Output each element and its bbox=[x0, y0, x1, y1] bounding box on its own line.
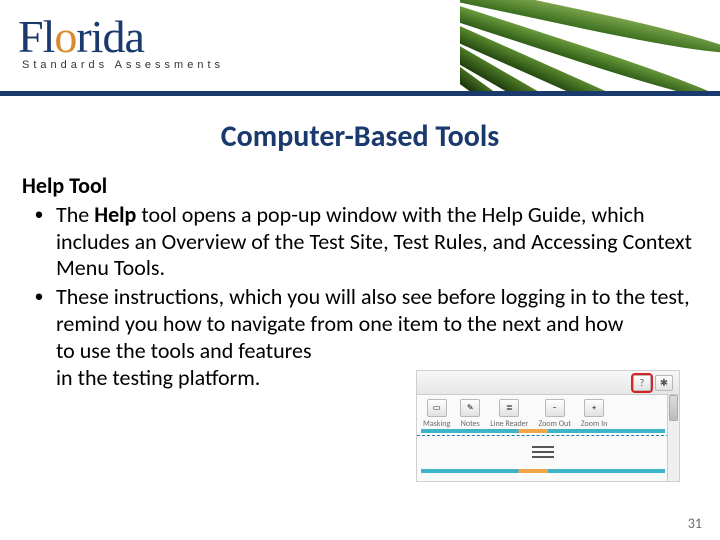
zoom-in-icon: + bbox=[584, 399, 604, 417]
logo-subtitle: Standards Assessments bbox=[22, 59, 224, 71]
tool-zoom-in[interactable]: + Zoom In bbox=[581, 399, 608, 429]
gear-icon[interactable]: ✱ bbox=[655, 375, 673, 391]
page-number: 31 bbox=[688, 515, 702, 532]
masking-icon: ▭ bbox=[427, 399, 447, 417]
logo: Florida Standards Assessments bbox=[18, 10, 224, 71]
tool-zoom-out[interactable]: − Zoom Out bbox=[538, 399, 570, 429]
tool-notes[interactable]: ✎ Notes bbox=[460, 399, 480, 429]
slide-title: Computer-Based Tools bbox=[0, 118, 720, 155]
inset-divider-stripe bbox=[421, 469, 665, 473]
toolbar-screenshot: ? ✱ ▭ Masking ✎ Notes ≣ Line Reader − Zo… bbox=[416, 370, 680, 482]
slide-header: Florida Standards Assessments bbox=[0, 0, 720, 96]
bullet-text: The Help tool opens a pop-up window with… bbox=[56, 202, 698, 282]
inset-divider-stripe bbox=[421, 429, 665, 433]
slide-body: Help Tool • The Help tool opens a pop-up… bbox=[0, 173, 720, 392]
logo-wordmark: Florida bbox=[18, 10, 224, 63]
line-reader-icon: ≣ bbox=[499, 399, 519, 417]
bullet-item: • The Help tool opens a pop-up window wi… bbox=[22, 202, 698, 282]
palm-decoration bbox=[460, 0, 720, 91]
inset-content-area bbox=[421, 437, 665, 467]
bullet-marker: • bbox=[22, 284, 56, 391]
help-icon[interactable]: ? bbox=[633, 375, 651, 391]
tool-masking[interactable]: ▭ Masking bbox=[423, 399, 450, 429]
scrollbar[interactable] bbox=[667, 395, 679, 481]
notes-icon: ✎ bbox=[460, 399, 480, 417]
scrollbar-thumb[interactable] bbox=[669, 395, 678, 421]
tool-line-reader[interactable]: ≣ Line Reader bbox=[490, 399, 528, 429]
zoom-out-icon: − bbox=[545, 399, 565, 417]
bullet-marker: • bbox=[22, 202, 56, 282]
inset-topbar: ? ✱ bbox=[417, 371, 679, 395]
section-subheading: Help Tool bbox=[22, 173, 698, 200]
hamburger-icon bbox=[532, 446, 554, 458]
bullet-list: • The Help tool opens a pop-up window wi… bbox=[22, 202, 698, 392]
